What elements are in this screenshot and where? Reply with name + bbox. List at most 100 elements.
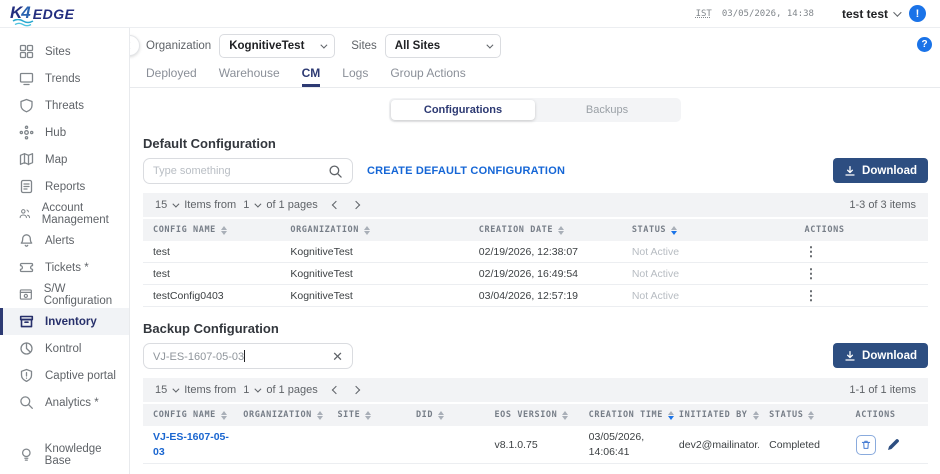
subtab-backups[interactable]: Backups <box>535 100 679 120</box>
default-config-search-input[interactable] <box>153 165 328 177</box>
organization-cell: KognitiveTest <box>280 246 468 258</box>
sites-select[interactable]: All Sites <box>385 34 501 58</box>
sort-icon[interactable] <box>562 411 568 420</box>
tab-warehouse[interactable]: Warehouse <box>219 66 280 87</box>
row-actions-menu-icon[interactable]: ⋮ <box>805 267 818 281</box>
sidebar-item-label: Analytics * <box>45 397 99 409</box>
tab-logs[interactable]: Logs <box>342 66 368 87</box>
sort-icon[interactable] <box>317 411 323 420</box>
column-creation-time[interactable]: CREATION TIME <box>579 410 669 420</box>
backup-config-search[interactable]: VJ-ES-1607-05-03 ✕ <box>143 343 353 369</box>
clear-search-icon[interactable]: ✕ <box>332 350 343 363</box>
sidebar-item-tickets[interactable]: Tickets * <box>0 254 129 281</box>
column-organization[interactable]: ORGANIZATION <box>233 410 327 420</box>
sidebar-item-knowledge-base[interactable]: Knowledge Base <box>0 441 129 468</box>
sort-icon[interactable] <box>365 411 371 420</box>
sidebar-item-label: Threats <box>45 100 84 112</box>
user-menu[interactable]: test test <box>842 7 899 21</box>
sidebar-item-alerts[interactable]: Alerts <box>0 227 129 254</box>
backup-configuration-section: Backup Configuration VJ-ES-1607-05-03 ✕ … <box>130 321 940 464</box>
sidebar-item-kontrol[interactable]: Kontrol <box>0 335 129 362</box>
row-actions-menu-icon[interactable]: ⋮ <box>805 245 818 259</box>
tab-cm[interactable]: CM <box>302 66 321 87</box>
prev-page-button[interactable] <box>331 386 339 394</box>
reports-icon <box>19 179 34 194</box>
sidebar-item-inventory[interactable]: Inventory <box>0 308 129 335</box>
column-creation-date[interactable]: CREATION DATE <box>469 225 622 235</box>
download-label: Download <box>862 350 917 362</box>
sort-icon[interactable] <box>438 411 444 420</box>
column-did[interactable]: DID <box>406 410 485 420</box>
page-size-select[interactable]: 15 <box>155 199 177 211</box>
sidebar-item-account-management[interactable]: Account Management <box>0 200 129 227</box>
sidebar-item-captive-portal[interactable]: Captive portal <box>0 362 129 389</box>
sidebar-item-analytics[interactable]: Analytics * <box>0 389 129 416</box>
organization-cell: KognitiveTest <box>280 290 468 302</box>
download-button[interactable]: Download <box>833 343 928 368</box>
top-header: K4 EDGE IST 03/05/2026, 14:38 test test … <box>0 0 940 28</box>
sidebar-item-sites[interactable]: Sites <box>0 38 129 65</box>
page-select[interactable]: 1 <box>243 199 259 211</box>
edit-button[interactable] <box>886 437 901 452</box>
table-row[interactable]: test KognitiveTest 02/19/2026, 12:38:07 … <box>143 241 928 263</box>
kontrol-icon <box>19 341 34 356</box>
delete-button[interactable] <box>856 435 876 455</box>
text-caret <box>244 350 245 362</box>
default-config-search[interactable] <box>143 158 353 184</box>
sidebar-item-trends[interactable]: Trends <box>0 65 129 92</box>
search-icon <box>328 164 343 179</box>
sidebar-item-label: Alerts <box>45 235 74 247</box>
table-row[interactable]: VJ-ES-1607-05-03 v8.1.0.75 03/05/2026, 1… <box>143 426 928 464</box>
column-config-name[interactable]: CONFIG NAME <box>143 410 233 420</box>
subtab-configurations[interactable]: Configurations <box>391 100 535 120</box>
sites-icon <box>19 44 34 59</box>
sort-icon[interactable] <box>808 411 814 420</box>
column-initiated-by[interactable]: INITIATED BY <box>669 410 759 420</box>
tab-deployed[interactable]: Deployed <box>146 66 197 87</box>
next-page-button[interactable] <box>351 201 359 209</box>
create-default-configuration-link[interactable]: CREATE DEFAULT CONFIGURATION <box>367 165 565 177</box>
column-config-name[interactable]: CONFIG NAME <box>143 225 280 235</box>
sidebar-item-map[interactable]: Map <box>0 146 129 173</box>
sort-icon[interactable] <box>221 226 227 235</box>
sidebar-item-label: Hub <box>45 127 66 139</box>
column-status[interactable]: STATUS <box>622 225 795 235</box>
row-actions-menu-icon[interactable]: ⋮ <box>805 289 818 303</box>
column-site[interactable]: SITE <box>327 410 406 420</box>
logo-wave-icon <box>12 19 34 27</box>
sort-icon[interactable] <box>753 411 759 420</box>
app-root: K4 EDGE IST 03/05/2026, 14:38 test test … <box>0 0 940 474</box>
sidebar-item-sw-configuration[interactable]: S/W Configuration <box>0 281 129 308</box>
sidebar-item-hub[interactable]: Hub <box>0 119 129 146</box>
sort-icon[interactable] <box>558 226 564 235</box>
tab-group-actions[interactable]: Group Actions <box>390 66 465 87</box>
organization-select[interactable]: KognitiveTest <box>219 34 335 58</box>
sidebar-collapse-button[interactable] <box>130 35 140 56</box>
help-icon[interactable]: ? <box>917 37 932 52</box>
column-actions: ACTIONS <box>846 410 928 420</box>
next-page-button[interactable] <box>351 386 359 394</box>
sidebar-item-reports[interactable]: Reports <box>0 173 129 200</box>
column-eos-version[interactable]: EOS VERSION <box>484 410 578 420</box>
column-status[interactable]: STATUS <box>759 410 845 420</box>
captive-portal-icon <box>19 368 34 383</box>
table-row[interactable]: testConfig0403 KognitiveTest 03/04/2026,… <box>143 285 928 307</box>
sort-icon[interactable] <box>364 226 370 235</box>
prev-page-button[interactable] <box>331 201 339 209</box>
column-organization[interactable]: ORGANIZATION <box>280 225 468 235</box>
backup-config-search-input[interactable]: VJ-ES-1607-05-03 <box>153 350 332 363</box>
page-select[interactable]: 1 <box>243 384 259 396</box>
timezone-label[interactable]: IST <box>696 9 712 19</box>
sort-icon[interactable] <box>221 411 227 420</box>
sort-icon[interactable] <box>671 226 677 235</box>
app-logo[interactable]: K4 EDGE <box>10 4 74 24</box>
config-name-link[interactable]: VJ-ES-1607-05-03 <box>143 430 233 458</box>
backup-config-pagination: 15 Items from 1 of 1 pages 1-1 of 1 item <box>143 378 928 402</box>
knowledge-base-icon <box>19 447 34 462</box>
page-size-select[interactable]: 15 <box>155 384 177 396</box>
sidebar-item-threats[interactable]: Threats <box>0 92 129 119</box>
notification-badge-icon[interactable]: ! <box>909 5 926 22</box>
table-row[interactable]: test KognitiveTest 02/19/2026, 16:49:54 … <box>143 263 928 285</box>
creation-date-cell: 03/04/2026, 12:57:19 <box>469 290 622 302</box>
download-button[interactable]: Download <box>833 158 928 183</box>
